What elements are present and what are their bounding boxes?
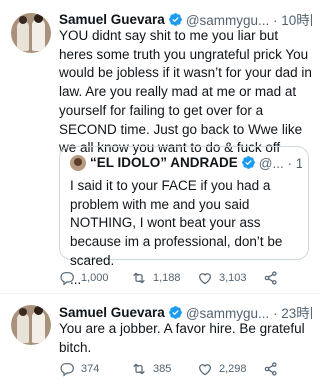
share-icon xyxy=(264,271,277,285)
retweet-count: 1,188 xyxy=(153,272,181,284)
like-count: 3,103 xyxy=(219,272,247,284)
reply-button[interactable]: 374 xyxy=(59,361,131,377)
quoted-avatar xyxy=(70,155,86,171)
quoted-tweet[interactable]: “EL IDOLO” ANDRADE @... · 11時間 I said it… xyxy=(59,146,309,287)
reply-icon xyxy=(60,272,74,286)
like-button[interactable]: 3,103 xyxy=(197,270,263,286)
tweet[interactable]: Samuel Guevara @sammygu... · 23時間 You ar… xyxy=(0,294,320,384)
tweet-header: Samuel Guevara @sammygu... · 10時間 xyxy=(59,10,312,29)
handle-and-time[interactable]: @sammygu... · 10時間 xyxy=(186,10,312,28)
tweet-text: You are a jobber. A favor hire. Be grate… xyxy=(59,321,309,355)
like-icon xyxy=(199,273,211,285)
tweet-text: YOU didnt say shit to me you liar but he… xyxy=(59,28,316,156)
reply-button[interactable]: 1,000 xyxy=(59,270,131,286)
like-count: 2,298 xyxy=(219,363,247,375)
retweet-count: 385 xyxy=(153,363,172,375)
retweet-button[interactable]: 385 xyxy=(131,361,197,377)
avatar[interactable] xyxy=(11,13,51,53)
verified-badge-icon xyxy=(168,12,182,26)
author-name[interactable]: Samuel Guevara xyxy=(59,12,165,27)
avatar[interactable] xyxy=(11,305,51,345)
share-button[interactable] xyxy=(263,361,285,377)
quoted-author-name: “EL IDOLO” ANDRADE xyxy=(90,154,238,170)
verified-badge-icon xyxy=(241,155,255,169)
share-icon xyxy=(264,362,277,376)
tweet-actions: 374 385 2,298 xyxy=(59,360,312,378)
reply-icon xyxy=(60,363,74,377)
share-button[interactable] xyxy=(263,270,285,286)
tweet-header: Samuel Guevara @sammygu... · 23時間 xyxy=(59,303,312,322)
author-name[interactable]: Samuel Guevara xyxy=(59,305,165,320)
retweet-icon xyxy=(133,272,145,284)
reply-count: 374 xyxy=(81,363,100,375)
retweet-button[interactable]: 1,188 xyxy=(131,270,197,286)
tweet[interactable]: Samuel Guevara @sammygu... · 10時間 YOU di… xyxy=(0,0,320,294)
quoted-header: “EL IDOLO” ANDRADE @... · 11時間 xyxy=(90,153,302,172)
verified-badge-icon xyxy=(168,305,182,319)
tweet-actions: 1,000 1,188 3,103 xyxy=(59,269,312,287)
quoted-handle-and-time: @... · 11時間 xyxy=(258,156,302,171)
retweet-icon xyxy=(133,363,145,375)
handle-and-time[interactable]: @sammygu... · 23時間 xyxy=(186,303,312,321)
reply-count: 1,000 xyxy=(81,272,109,284)
like-icon xyxy=(199,364,211,376)
like-button[interactable]: 2,298 xyxy=(197,361,263,377)
